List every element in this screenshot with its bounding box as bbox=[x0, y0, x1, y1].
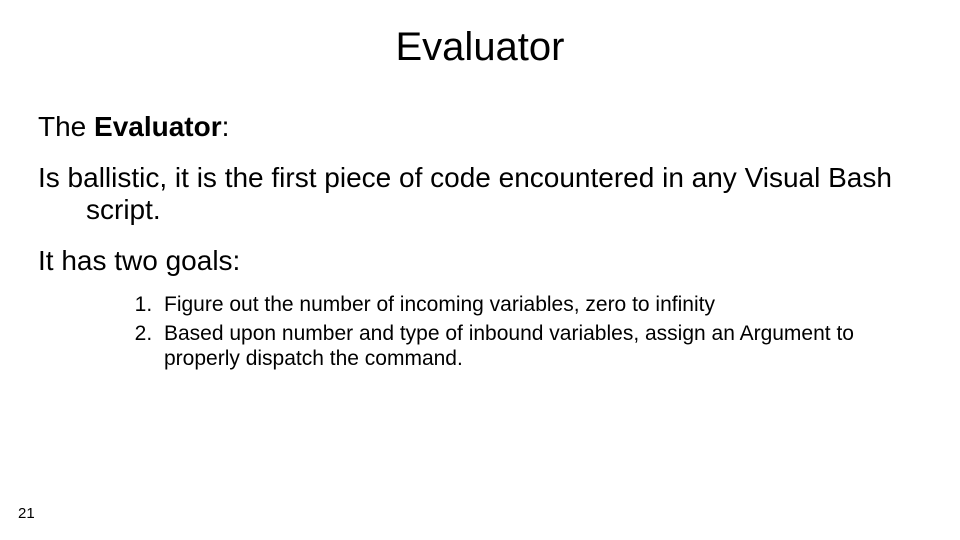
description-text: Is ballistic, it is the first piece of c… bbox=[38, 162, 900, 226]
description: Is ballistic, it is the first piece of c… bbox=[38, 162, 900, 226]
intro-prefix: The bbox=[38, 111, 94, 142]
list-item: Based upon number and type of inbound va… bbox=[158, 321, 900, 371]
slide-title: Evaluator bbox=[0, 25, 960, 70]
slide: Evaluator The Evaluator: Is ballistic, i… bbox=[0, 0, 960, 540]
intro-bold: Evaluator bbox=[94, 111, 222, 142]
list-item: Figure out the number of incoming variab… bbox=[158, 292, 900, 317]
page-number: 21 bbox=[18, 505, 35, 522]
steps-list: Figure out the number of incoming variab… bbox=[38, 292, 900, 372]
slide-body: The Evaluator: Is ballistic, it is the f… bbox=[38, 110, 900, 375]
intro-line: The Evaluator: bbox=[38, 110, 900, 144]
intro-suffix: : bbox=[222, 111, 230, 142]
goals-label: It has two goals: bbox=[38, 244, 900, 278]
